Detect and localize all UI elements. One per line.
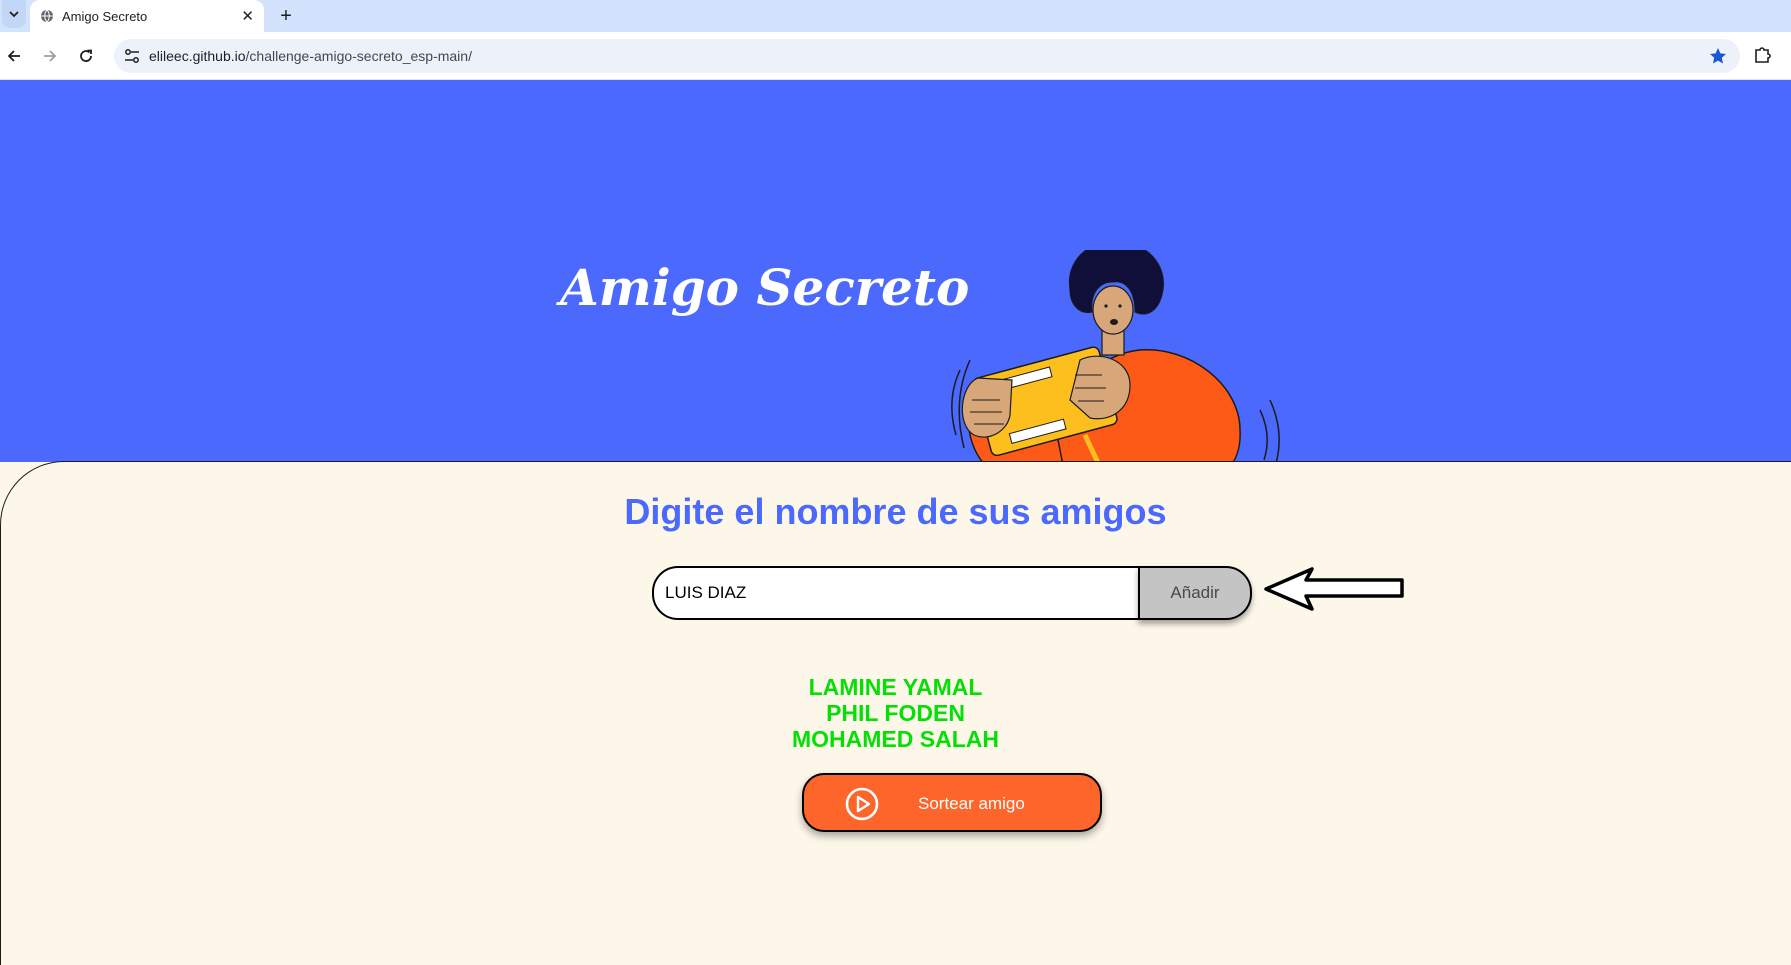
puzzle-icon <box>1755 47 1771 63</box>
new-tab-button[interactable]: + <box>272 2 300 30</box>
forward-button[interactable] <box>38 44 62 68</box>
tab-search-button[interactable] <box>2 0 26 28</box>
reload-icon <box>80 49 92 62</box>
back-button[interactable] <box>2 44 26 68</box>
star-icon <box>1710 48 1726 64</box>
arrow-right-icon <box>44 50 57 62</box>
arrow-left-icon <box>7 50 20 62</box>
friend-name-input[interactable] <box>652 566 1140 620</box>
reload-button[interactable] <box>74 44 98 68</box>
url-path: /challenge-amigo-secreto_esp-main/ <box>245 48 472 64</box>
friend-list: LAMINE YAMAL PHIL FODEN MOHAMED SALAH <box>0 674 1791 752</box>
site-info-button[interactable] <box>122 46 142 71</box>
page-heading: Digite el nombre de sus amigos <box>624 491 1167 532</box>
hollow-arrow-left-icon <box>1264 567 1404 611</box>
friend-list-item: MOHAMED SALAH <box>792 726 999 752</box>
friend-list-item: LAMINE YAMAL <box>808 674 983 700</box>
tune-icon <box>125 49 139 63</box>
friend-list-item: PHIL FODEN <box>826 700 965 726</box>
draw-button-label: Sortear amigo <box>918 794 1025 813</box>
add-friend-button[interactable]: Añadir <box>1138 566 1252 620</box>
hero-banner: Amigo Secreto <box>0 80 1791 513</box>
address-bar[interactable]: elileec.github.io/challenge-amigo-secret… <box>114 39 1740 73</box>
hero-title: Amigo Secreto <box>560 258 970 317</box>
chevron-down-icon <box>9 11 19 18</box>
url-host: elileec.github.io <box>149 48 246 64</box>
url-text: elileec.github.io/challenge-amigo-secret… <box>149 48 472 64</box>
play-circle-icon <box>845 787 879 821</box>
browser-tab-strip: Amigo Secreto ✕ + <box>0 0 1791 32</box>
browser-toolbar: elileec.github.io/challenge-amigo-secret… <box>0 32 1791 80</box>
tab-title: Amigo Secreto <box>62 8 148 24</box>
globe-icon <box>41 9 53 23</box>
bookmark-button[interactable] <box>1708 46 1728 71</box>
browser-tab[interactable]: Amigo Secreto ✕ <box>30 0 264 32</box>
extensions-button[interactable] <box>1752 44 1774 71</box>
close-tab-icon[interactable]: ✕ <box>241 7 254 25</box>
draw-friend-button[interactable]: Sortear amigo <box>802 773 1102 832</box>
